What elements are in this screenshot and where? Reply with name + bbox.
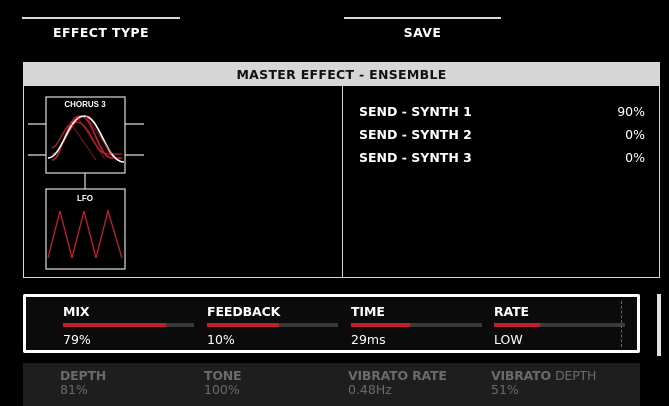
param-vibrato-rate[interactable]: VIBRATO RATE 0.48Hz <box>348 368 488 397</box>
param-depth[interactable]: DEPTH 81% <box>60 368 200 397</box>
chorus-label: CHORUS 3 <box>64 100 106 109</box>
tab-save[interactable]: SAVE <box>344 17 501 45</box>
param-value: 0.48Hz <box>348 382 392 397</box>
param-value: 51% <box>491 382 519 397</box>
signal-flow-diagram: CHORUS 3 LFO <box>28 96 144 270</box>
lfo-label: LFO <box>77 194 93 203</box>
param-tone[interactable]: TONE 100% <box>204 368 344 397</box>
param-rate[interactable]: RATE LOW <box>487 297 625 350</box>
param-time[interactable]: TIME 29ms <box>344 297 482 350</box>
send-row[interactable]: SEND - SYNTH 2 0% <box>359 127 645 145</box>
param-slider-fill <box>63 323 167 327</box>
parameter-strip-secondary: DEPTH 81% TONE 100% VIBRATO RATE 0.48Hz … <box>23 363 640 406</box>
param-feedback[interactable]: FEEDBACK 10% <box>200 297 338 350</box>
divider <box>621 301 622 347</box>
param-label-light: DEPTH <box>555 368 597 383</box>
param-label: TIME <box>351 304 385 319</box>
param-slider[interactable] <box>63 323 194 327</box>
param-label-bold: VIBRATO <box>491 368 551 383</box>
param-value: 81% <box>60 382 88 397</box>
send-value: 0% <box>625 127 645 142</box>
master-effect-panel: MASTER EFFECT - ENSEMBLE CHORUS 3 LFO SE… <box>23 62 660 278</box>
tab-effect-type[interactable]: EFFECT TYPE <box>22 17 180 45</box>
param-slider[interactable] <box>494 323 625 327</box>
param-vibrato-depth[interactable]: VIBRATO DEPTH 51% <box>491 368 631 397</box>
send-value: 0% <box>625 150 645 165</box>
effect-diagram-area: CHORUS 3 LFO <box>24 86 343 277</box>
tab-save-label: SAVE <box>403 24 442 40</box>
param-value: 10% <box>207 332 235 347</box>
param-label: RATE <box>494 304 529 319</box>
send-levels-area: SEND - SYNTH 1 90% SEND - SYNTH 2 0% SEN… <box>343 86 659 277</box>
send-value: 90% <box>617 104 645 119</box>
param-slider[interactable] <box>207 323 338 327</box>
param-slider-fill <box>207 323 280 327</box>
send-label: SEND - SYNTH 3 <box>359 150 472 165</box>
param-slider-fill <box>494 323 540 327</box>
send-label: SEND - SYNTH 2 <box>359 127 472 142</box>
param-label: DEPTH <box>60 368 107 383</box>
panel-title: MASTER EFFECT - ENSEMBLE <box>24 63 659 86</box>
param-slider-fill <box>351 323 410 327</box>
parameter-strip: MIX 79% FEEDBACK 10% TIME 29ms RATE LOW <box>23 294 640 353</box>
send-row[interactable]: SEND - SYNTH 3 0% <box>359 150 645 168</box>
param-value: 79% <box>63 332 91 347</box>
param-slider[interactable] <box>351 323 482 327</box>
param-label: FEEDBACK <box>207 304 281 319</box>
scrollbar[interactable] <box>657 294 661 356</box>
param-label: TONE <box>204 368 242 383</box>
param-value: 100% <box>204 382 240 397</box>
param-value: LOW <box>494 332 523 347</box>
param-label: VIBRATO DEPTH <box>491 368 631 383</box>
tab-effect-type-label: EFFECT TYPE <box>53 24 149 40</box>
param-label: VIBRATO RATE <box>348 368 447 383</box>
send-row[interactable]: SEND - SYNTH 1 90% <box>359 104 645 122</box>
param-mix[interactable]: MIX 79% <box>56 297 194 350</box>
param-value: 29ms <box>351 332 386 347</box>
param-label: MIX <box>63 304 90 319</box>
send-label: SEND - SYNTH 1 <box>359 104 472 119</box>
